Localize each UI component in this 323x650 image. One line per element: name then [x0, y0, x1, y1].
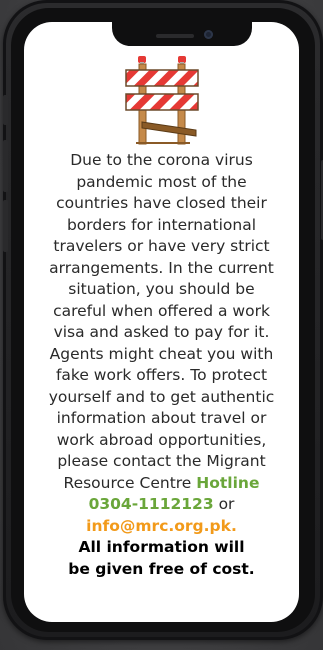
- message-line: Due to the corona virus: [70, 151, 253, 169]
- hotline-number[interactable]: 0304-1112123: [89, 495, 214, 513]
- road-barrier-icon: [125, 56, 199, 145]
- email-link[interactable]: info@mrc.org.pk.: [24, 516, 299, 538]
- message-line: Agents might cheat you with: [49, 344, 274, 363]
- volume-up-button: [3, 140, 8, 192]
- message-line-hotline: Resource Centre Hotline: [24, 473, 299, 495]
- message-line: work abroad opportunities,: [56, 430, 267, 449]
- advisory-message: Due to the corona virus pandemic most of…: [24, 150, 299, 580]
- message-line: visa and asked to pay for it.: [53, 323, 270, 341]
- message-line: countries have closed their: [56, 194, 267, 212]
- message-line: information about travel or: [56, 409, 267, 427]
- closing-line: All information will: [78, 538, 245, 556]
- message-line: travelers or have very strict: [53, 237, 270, 255]
- hotline-label: Hotline: [196, 473, 260, 492]
- message-line: yourself and to get authentic: [48, 387, 275, 406]
- message-line: situation, you should be: [68, 280, 255, 298]
- message-line-number: 0304-1112123 or: [24, 494, 299, 516]
- message-line: arrangements. In the current: [49, 258, 274, 277]
- speaker-grille: [156, 34, 194, 38]
- resource-centre-text: Resource Centre: [63, 473, 197, 492]
- message-line: borders for international: [66, 215, 257, 234]
- message-line: pandemic most of the: [76, 172, 247, 191]
- or-text: or: [213, 495, 235, 513]
- mute-switch: [3, 95, 8, 125]
- message-line: fake work offers. To protect: [55, 366, 268, 384]
- phone-notch: [112, 16, 252, 46]
- volume-down-button: [3, 200, 8, 252]
- phone-screen: Due to the corona virus pandemic most of…: [24, 22, 299, 622]
- message-line: careful when offered a work: [53, 301, 270, 320]
- front-camera: [204, 30, 213, 39]
- closing-line: be given free of cost.: [68, 559, 255, 578]
- message-line: please contact the Migrant: [57, 452, 266, 470]
